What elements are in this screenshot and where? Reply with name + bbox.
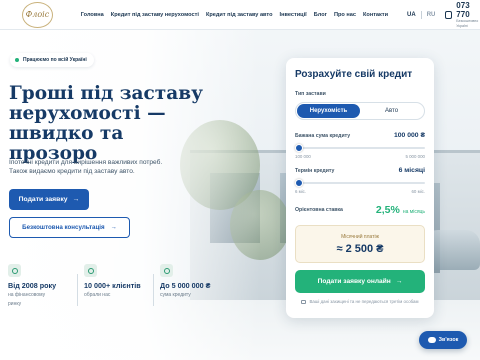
stat-divider [153,274,154,306]
term-min: 6 міс. [295,189,307,194]
phone-note-line2: Україні [456,23,468,28]
stat-value: До 5 000 000 ₴ [160,281,211,290]
stat-clients: 10 000+ клієнтів обрали нас [84,264,153,307]
monthly-payment-box: Місячний платіж ≈ 2 500 ₴ [295,225,425,263]
nav-item-blog[interactable]: Блог [314,12,327,18]
logo-text: Флоіс [25,10,50,19]
privacy-note: Ваші дані захищені та не передаються тре… [295,299,425,304]
phone-number: 073 770 [456,1,470,20]
apply-button-label: Подати заявку [18,196,68,203]
lang-divider [420,10,422,19]
hero-title-line2: нерухомості — [9,103,166,124]
hero-desc-line2: Також видаємо кредити під заставу авто. [9,168,135,175]
amount-slider-thumb[interactable] [295,144,303,152]
collateral-toggle: Нерухомість Авто [295,102,425,120]
lang-ru[interactable]: RU [427,12,436,18]
lock-icon [301,299,307,304]
stat-label: обрали нас [84,292,111,298]
term-slider[interactable] [295,178,425,188]
hero-title: Гроші під заставу нерухомості — швидко т… [9,84,209,164]
rate-value: 2,5% [375,204,400,216]
logo[interactable]: Флоіс [22,1,53,28]
term-label: Термін кредиту [295,167,335,174]
chat-icon [427,337,436,343]
nav-item-contacts[interactable]: Контакти [363,12,388,18]
nav-item-real-estate-loan[interactable]: Кредит під заставу нерухомості [111,12,199,18]
coverage-badge-text: Працюємо по всій Україні [23,57,87,63]
term-max: 60 міс. [411,189,425,194]
free-consultation-button[interactable]: Безкоштовна консультація → [9,217,130,238]
collateral-option-real-estate[interactable]: Нерухомість [297,104,360,118]
arrow-right-icon: → [110,224,117,231]
nav-item-auto-loan[interactable]: Кредит під заставу авто [206,12,273,18]
site-header: Флоіс Головна Кредит під заставу нерухом… [0,0,480,30]
stats-row: Від 2008 року на фінансовому ринку 10 00… [8,264,229,307]
amount-min: 100 000 [295,154,311,159]
hero-description: Іпотечні кредити для вирішення важливих … [9,158,209,176]
arrow-right-icon: → [72,196,80,203]
term-value: 6 місяці [398,167,425,174]
amount-label: Бажана сума кредиту [295,132,351,139]
payment-label: Місячний платіж [341,233,379,240]
stat-divider [77,274,78,306]
stat-value: Від 2008 року [8,281,57,290]
phone-icon [445,10,453,19]
hero-desc-line1: Іпотечні кредити для вирішення важливих … [9,159,163,166]
arrow-right-icon: → [395,278,403,285]
term-slider-thumb[interactable] [295,179,303,187]
nav-item-about[interactable]: Про нас [334,12,356,18]
privacy-text: Ваші дані захищені та не передаються тре… [309,299,419,304]
phone-contact[interactable]: 073 770 Безкоштовно Україні [445,1,480,28]
stat-value: 10 000+ клієнтів [84,281,141,290]
nav-item-home[interactable]: Головна [81,12,104,18]
apply-online-button[interactable]: Подати заявку онлайн → [295,270,425,293]
language-switcher: UA RU [407,10,436,19]
nav-item-investments[interactable]: Інвестиції [280,12,307,18]
clock-icon [8,264,21,277]
collateral-option-auto[interactable]: Авто [360,104,423,118]
stat-amount: До 5 000 000 ₴ сума кредиту [160,264,229,307]
money-icon [160,264,173,277]
rate-unit: на місяць [402,209,425,215]
lang-ua[interactable]: UA [407,12,416,18]
payment-value: ≈ 2 500 ₴ [336,242,384,255]
apply-button[interactable]: Подати заявку → [9,189,89,210]
chat-button[interactable]: Зв'язок [419,331,467,349]
calculator-title: Розрахуйте свій кредит [295,69,413,80]
main-nav: Головна Кредит під заставу нерухомості К… [81,12,395,18]
status-dot-icon [15,58,19,62]
coverage-badge: Працюємо по всій Україні [10,53,94,67]
chat-label: Зв'язок [438,337,459,343]
rate-label: Орієнтовна ставка [295,207,343,213]
users-icon [84,264,97,277]
amount-slider[interactable] [295,143,425,153]
free-consultation-label: Безкоштовна консультація [22,224,105,231]
amount-max: 5 000 000 [405,154,425,159]
stat-label: на фінансовому [8,292,46,298]
amount-value: 100 000 ₴ [394,132,425,139]
apply-online-label: Подати заявку онлайн [317,278,391,285]
collateral-label: Тип застави [295,91,326,97]
hero-title-line1: Гроші під заставу [9,83,203,104]
loan-calculator-card: Розрахуйте свій кредит Тип застави Нерух… [286,58,434,318]
stat-since: Від 2008 року на фінансовому ринку [8,264,77,307]
stat-label: сума кредиту [160,292,191,298]
stat-label: ринку [8,300,22,307]
